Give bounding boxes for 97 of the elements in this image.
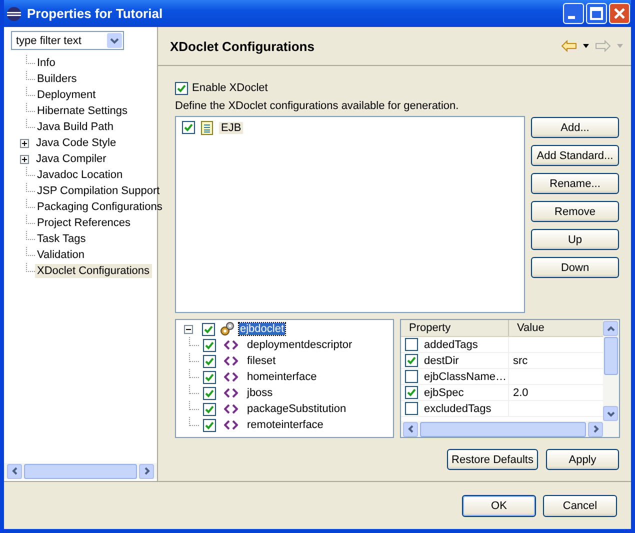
- sidebar-item[interactable]: Task Tags: [35, 232, 88, 246]
- sidebar-item[interactable]: Java Compiler: [34, 152, 108, 166]
- minimize-button[interactable]: [563, 3, 584, 24]
- expand-icon[interactable]: [20, 154, 29, 164]
- collapse-icon[interactable]: [184, 324, 193, 334]
- scroll-thumb[interactable]: [420, 422, 586, 436]
- sidebar-item[interactable]: Validation: [35, 248, 86, 262]
- property-value: src: [513, 354, 528, 366]
- column-header[interactable]: Value: [509, 320, 603, 336]
- list-action-button[interactable]: Add Standard...: [531, 145, 619, 166]
- maximize-icon: [587, 4, 606, 23]
- close-button[interactable]: [609, 3, 630, 24]
- checkbox[interactable]: [405, 402, 418, 415]
- description-text: Define the XDoclet configurations available for generation.: [175, 100, 460, 112]
- property-name: addedTags: [424, 338, 478, 350]
- sidebar-item[interactable]: Javadoc Location: [35, 168, 125, 182]
- horizontal-scrollbar[interactable]: [401, 421, 619, 437]
- sidebar-item[interactable]: Hibernate Settings: [35, 104, 130, 118]
- property-value: 2.0: [513, 386, 528, 398]
- checkbox[interactable]: [405, 338, 418, 351]
- property-name: ejbClassName…: [424, 370, 507, 382]
- tag-icon: [224, 340, 238, 350]
- checkbox[interactable]: [203, 370, 216, 384]
- sidebar-item[interactable]: Project References: [35, 216, 133, 230]
- dropdown-button[interactable]: [107, 33, 122, 48]
- maximize-button[interactable]: [586, 3, 607, 24]
- tree-item[interactable]: homeinterface: [246, 371, 318, 383]
- property-name: destDir: [424, 354, 459, 366]
- checkbox[interactable]: [203, 402, 216, 416]
- sidebar-item[interactable]: Info: [35, 56, 58, 70]
- chevron-up-icon: [606, 324, 614, 332]
- sidebar-item[interactable]: Builders: [35, 72, 79, 86]
- list-item[interactable]: EJB: [219, 122, 244, 134]
- document-icon: [201, 120, 213, 134]
- list-action-button[interactable]: Up: [531, 229, 619, 250]
- checkbox[interactable]: [405, 370, 418, 383]
- tree-item[interactable]: packageSubstitution: [246, 403, 348, 415]
- chevron-left-icon: [406, 425, 414, 433]
- scroll-right-button[interactable]: [139, 464, 154, 478]
- checkbox[interactable]: [182, 121, 195, 134]
- tag-icon: [224, 420, 238, 430]
- minimize-icon: [568, 16, 575, 19]
- checkbox[interactable]: [175, 82, 188, 94]
- checkbox[interactable]: [202, 322, 215, 336]
- filter-combo[interactable]: type filter text: [11, 31, 124, 50]
- scroll-up-button[interactable]: [603, 321, 618, 336]
- sidebar-item[interactable]: JSP Compilation Support: [35, 184, 162, 198]
- checkbox[interactable]: [405, 354, 418, 367]
- sidebar-item[interactable]: XDoclet Configurations: [35, 264, 152, 278]
- scroll-thumb[interactable]: [24, 464, 137, 478]
- sidebar-item[interactable]: Java Build Path: [35, 120, 116, 134]
- cancel-button[interactable]: Cancel: [543, 494, 617, 516]
- list-action-button[interactable]: Remove: [531, 201, 619, 222]
- scroll-down-button[interactable]: [603, 406, 618, 421]
- property-name: ejbSpec: [424, 386, 464, 398]
- chevron-right-icon: [142, 467, 150, 475]
- scroll-left-button[interactable]: [7, 464, 22, 478]
- tag-icon: [224, 404, 238, 414]
- app-icon: [6, 6, 22, 22]
- tree-item[interactable]: deploymentdescriptor: [246, 339, 354, 351]
- sidebar-item[interactable]: Packaging Configurations: [35, 200, 164, 214]
- chevron-left-icon: [10, 467, 18, 475]
- list-action-button[interactable]: Add...: [531, 117, 619, 138]
- property-name: excludedTags: [424, 402, 492, 414]
- horizontal-scrollbar[interactable]: [4, 463, 157, 479]
- chevron-right-icon: [592, 425, 600, 433]
- sidebar-item[interactable]: Deployment: [35, 88, 98, 102]
- tag-icon: [224, 388, 238, 398]
- tag-icon: [224, 356, 238, 366]
- expand-icon[interactable]: [20, 138, 29, 148]
- scroll-left-button[interactable]: [403, 422, 418, 436]
- column-header[interactable]: Property: [401, 320, 509, 336]
- tree-item[interactable]: ejbdoclet: [239, 323, 286, 335]
- tag-icon: [224, 372, 238, 382]
- checkbox[interactable]: [203, 354, 216, 368]
- checkbox[interactable]: [405, 386, 418, 399]
- list-action-button[interactable]: Down: [531, 257, 619, 278]
- vertical-scrollbar[interactable]: [603, 320, 619, 421]
- tree-item[interactable]: jboss: [246, 387, 274, 399]
- ok-button[interactable]: OK: [462, 494, 536, 516]
- chevron-down-icon: [110, 38, 119, 44]
- checkbox-label[interactable]: Enable XDoclet: [192, 82, 268, 94]
- restore-defaults-button[interactable]: Restore Defaults: [447, 449, 538, 470]
- checkbox[interactable]: [203, 338, 216, 352]
- tree-item[interactable]: fileset: [246, 355, 277, 367]
- checkbox[interactable]: [203, 418, 216, 432]
- apply-button[interactable]: Apply: [546, 449, 619, 470]
- sidebar-item[interactable]: Java Code Style: [34, 136, 118, 150]
- scroll-thumb[interactable]: [604, 337, 618, 375]
- scroll-right-button[interactable]: [588, 422, 603, 436]
- list-action-button[interactable]: Rename...: [531, 173, 619, 194]
- window-title: Properties for Tutorial: [27, 6, 164, 21]
- chevron-down-icon: [606, 410, 614, 418]
- dropdown-icon[interactable]: [583, 44, 589, 48]
- checkbox[interactable]: [203, 386, 216, 400]
- page-title: XDoclet Configurations: [170, 38, 316, 54]
- tree-item[interactable]: remoteinterface: [246, 419, 324, 431]
